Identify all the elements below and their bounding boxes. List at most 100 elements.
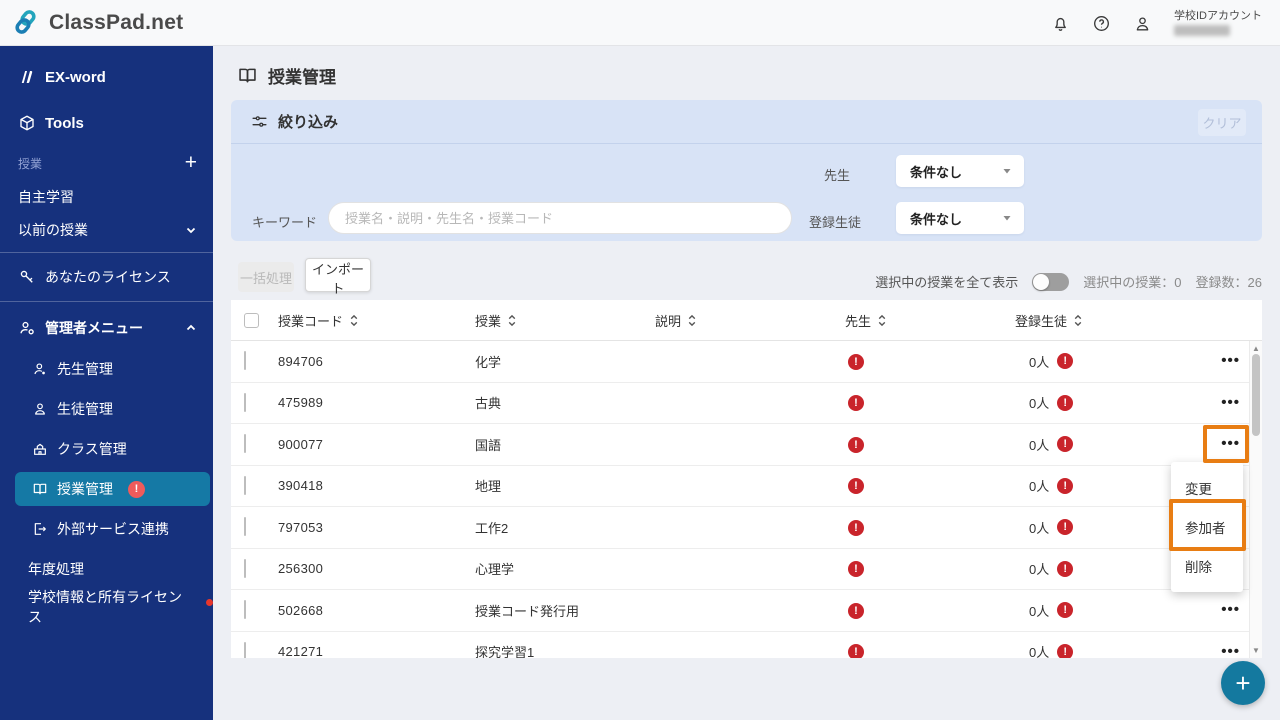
row-checkbox[interactable] [244, 392, 246, 412]
lesson-name: 工作2 [475, 520, 509, 536]
row-checkbox[interactable] [244, 600, 246, 620]
student-icon [35, 403, 45, 415]
sidebar-item-label: 学校情報と所有ライセンス [28, 589, 182, 625]
import-button[interactable]: インポート [305, 258, 371, 296]
row-checkbox[interactable] [244, 351, 246, 371]
chevron-down-icon [1003, 169, 1011, 174]
classpad-logo-icon [15, 10, 36, 34]
lesson-name: 化学 [475, 354, 502, 370]
row-actions-button[interactable]: ••• [1221, 436, 1240, 451]
menu-item-edit[interactable]: 変更 [1171, 468, 1243, 507]
row-actions-button[interactable]: ••• [1221, 353, 1240, 368]
lesson-code: 390418 [278, 478, 324, 494]
select-all-checkbox[interactable] [244, 312, 259, 328]
sidebar-item-label: あなたのライセンス [45, 269, 171, 285]
sidebar-item-student-mgmt[interactable]: 生徒管理 [0, 392, 213, 426]
row-checkbox[interactable] [244, 641, 246, 658]
sidebar-item-teacher-mgmt[interactable]: 先生管理 [0, 352, 213, 386]
sidebar-item-label: 生徒管理 [57, 401, 113, 417]
scroll-down-arrow-icon[interactable]: ▼ [1250, 646, 1262, 655]
lesson-code: 475989 [278, 395, 324, 411]
account-info[interactable]: 学校IDアカウント [1174, 10, 1262, 36]
keyword-label: キーワード [252, 215, 318, 230]
students-alert-badge: ! [1057, 436, 1074, 453]
students-filter-select[interactable]: 条件なし [896, 202, 1024, 234]
keyword-search-input[interactable] [328, 202, 792, 234]
lesson-name: 心理学 [475, 562, 515, 578]
toggle-knob [1033, 273, 1050, 290]
table-body: 894706 化学 ! 0人 ! ••• 475989 古典 ! 0人 ! ••… [231, 341, 1262, 658]
chevron-down-icon [1003, 216, 1011, 221]
scrollbar-thumb[interactable] [1252, 354, 1260, 436]
table-row: 421271 探究学習1 ! 0人 ! ••• [231, 632, 1262, 658]
menu-item-delete[interactable]: 削除 [1171, 547, 1243, 586]
row-context-menu: 変更 参加者 削除 [1171, 462, 1243, 592]
help-icon[interactable] [1092, 14, 1111, 33]
student-count: 0人 [1029, 562, 1050, 578]
lesson-code: 797053 [278, 519, 324, 535]
sidebar-item-label: 自主学習 [18, 189, 74, 205]
sidebar-item-licenses[interactable]: あなたのライセンス [0, 260, 213, 294]
column-header-teacher: 先生 [845, 313, 872, 329]
row-checkbox[interactable] [244, 434, 246, 454]
sidebar-section-label: 授業 [18, 156, 43, 171]
sidebar-item-external-services[interactable]: 外部サービス連携 [0, 512, 213, 546]
sidebar-item-exword[interactable]: EX-word [0, 60, 213, 94]
sidebar-item-label: 以前の授業 [18, 222, 88, 238]
add-lesson-fab[interactable]: + [1221, 661, 1265, 705]
lessons-table: 授業コード 授業 説明 先生 登録生徒 894706 化学 ! 0人 ! •••… [231, 300, 1262, 658]
dictionary-icon [21, 71, 33, 83]
sidebar-item-pastclasses[interactable]: 以前の授業 [0, 213, 213, 247]
menu-item-participants[interactable]: 参加者 [1171, 507, 1243, 546]
column-header-students: 登録生徒 [1015, 313, 1068, 329]
add-class-button[interactable]: + [185, 152, 197, 173]
sort-icon[interactable] [507, 314, 517, 327]
teacher-alert-badge: ! [848, 644, 864, 658]
show-selected-toggle[interactable] [1032, 272, 1070, 291]
sidebar-divider [0, 301, 213, 302]
row-actions-button[interactable]: ••• [1221, 395, 1240, 410]
open-book-icon [33, 483, 47, 495]
teacher-filter-select[interactable]: 条件なし [896, 155, 1024, 187]
sidebar-item-selfstudy[interactable]: 自主学習 [0, 180, 213, 214]
row-checkbox[interactable] [244, 517, 246, 537]
students-alert-badge: ! [1057, 519, 1074, 536]
sort-icon[interactable] [349, 314, 359, 327]
students-alert-badge: ! [1057, 477, 1074, 494]
sort-icon[interactable] [687, 314, 697, 327]
student-count: 0人 [1029, 354, 1050, 370]
row-checkbox[interactable] [244, 475, 246, 495]
sort-icon[interactable] [877, 314, 887, 327]
clear-filter-button[interactable]: クリア [1198, 109, 1246, 136]
table-row: 390418 地理 ! 0人 ! ••• [231, 466, 1262, 507]
sort-icon[interactable] [1073, 314, 1083, 327]
selected-count: 選択中の授業：0 [1083, 275, 1182, 290]
table-scrollbar[interactable]: ▲ ▼ [1249, 341, 1262, 658]
student-count: 0人 [1029, 520, 1050, 536]
student-count: 0人 [1029, 479, 1050, 495]
teacher-alert-badge: ! [848, 353, 864, 370]
teacher-alert-badge: ! [848, 602, 864, 619]
table-row: 502668 授業コード発行用 ! 0人 ! ••• [231, 590, 1262, 632]
row-actions-button[interactable]: ••• [1221, 602, 1240, 617]
sidebar-item-tools[interactable]: Tools [0, 106, 213, 140]
sidebar-item-label: 年度処理 [28, 561, 84, 577]
sidebar-item-class-mgmt[interactable]: クラス管理 [0, 432, 213, 466]
logo-text: ClassPad.net [49, 10, 184, 34]
user-account-icon[interactable] [1133, 14, 1152, 33]
sidebar-item-school-info[interactable]: 学校情報と所有ライセンス [0, 589, 213, 625]
row-checkbox[interactable] [244, 558, 246, 578]
batch-process-button[interactable]: 一括処理 [238, 262, 294, 292]
sidebar-item-lesson-mgmt[interactable]: 授業管理 ! [0, 472, 213, 506]
classpad-logo[interactable]: ClassPad.net [14, 9, 183, 36]
chevron-up-icon [185, 322, 197, 334]
sidebar-item-label: 外部サービス連携 [57, 521, 169, 537]
sidebar-item-admin-menu[interactable]: 管理者メニュー [0, 311, 213, 345]
row-actions-button[interactable]: ••• [1221, 644, 1240, 658]
table-row: 797053 工作2 ! 0人 ! ••• [231, 507, 1262, 549]
sidebar-item-year-processing[interactable]: 年度処理 [0, 552, 213, 586]
scroll-up-arrow-icon[interactable]: ▲ [1250, 344, 1262, 353]
lesson-name: 地理 [475, 479, 502, 495]
students-alert-badge: ! [1057, 643, 1074, 658]
notifications-bell-icon[interactable] [1051, 14, 1070, 33]
